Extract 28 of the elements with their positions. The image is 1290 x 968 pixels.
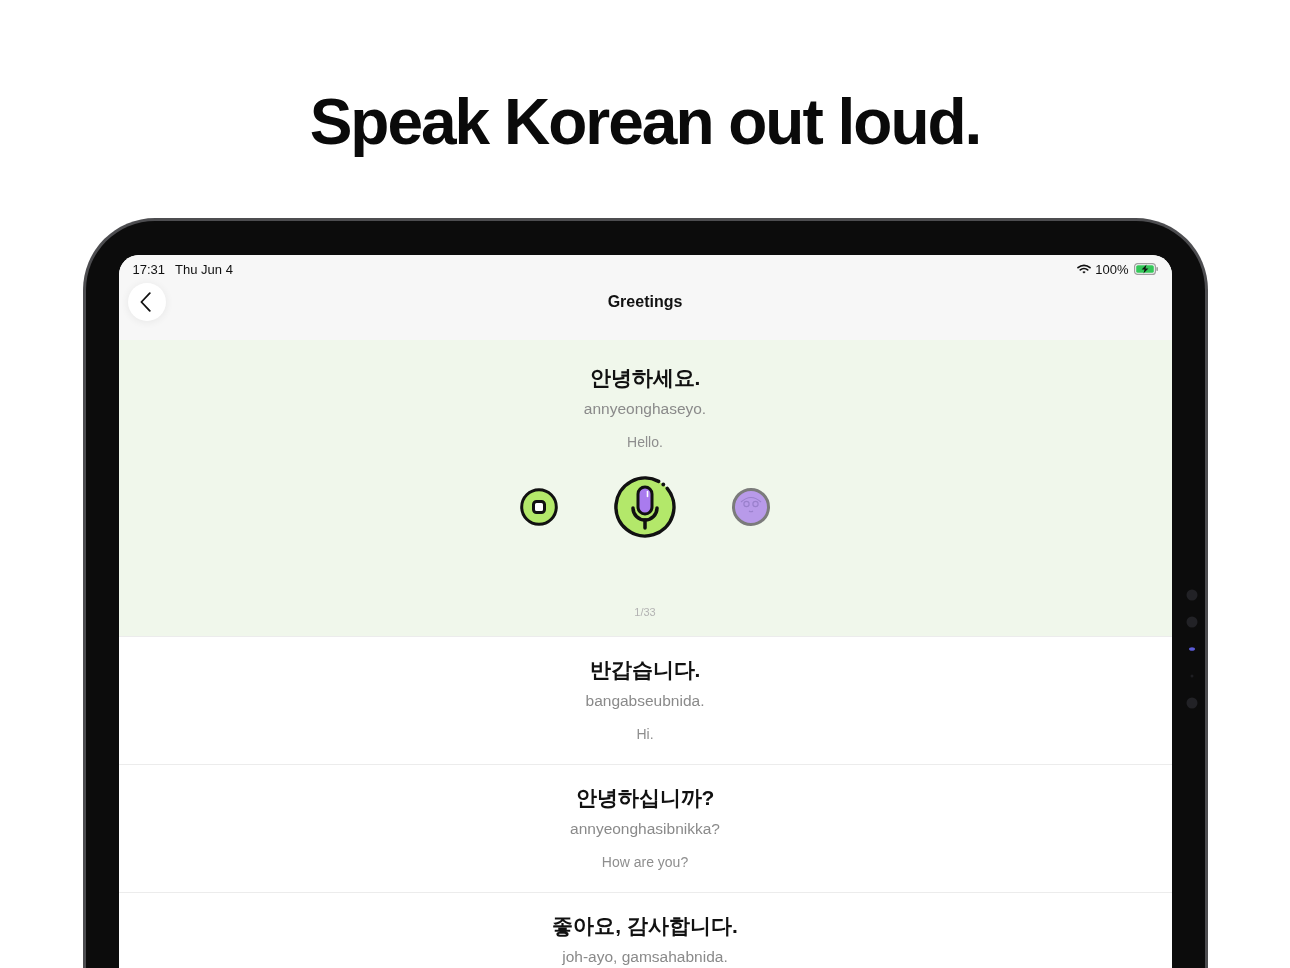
status-time: 17:31 xyxy=(132,261,166,277)
record-button[interactable] xyxy=(614,476,676,538)
screen-title: Greetings xyxy=(607,292,683,312)
chevron-left-icon xyxy=(140,292,151,312)
stop-icon xyxy=(520,488,558,526)
back-button[interactable] xyxy=(127,283,166,321)
romanization: joh-ayo, gamsahabnida. xyxy=(562,947,728,967)
wifi-icon xyxy=(1077,264,1092,274)
translation: Hello. xyxy=(627,433,663,451)
translation: How are you? xyxy=(601,853,689,871)
translation: Hi. xyxy=(636,725,654,743)
phrase-row[interactable]: 안녕하세요. annyeonghaseyo. Hello. 1/33 xyxy=(118,340,1172,637)
status-date: Thu Jun 4 xyxy=(175,261,233,277)
korean-phrase: 반갑습니다. xyxy=(589,657,701,683)
korean-phrase: 안녕하세요. xyxy=(589,365,701,391)
battery-percent: 100% xyxy=(1095,261,1129,277)
avatar-button[interactable] xyxy=(732,488,770,526)
microphone-icon xyxy=(614,476,676,538)
korean-phrase: 안녕하십니까? xyxy=(575,785,715,811)
romanization: annyeonghaseyo. xyxy=(583,399,707,419)
stop-button[interactable] xyxy=(520,488,558,526)
phrase-counter: 1/33 xyxy=(634,605,656,619)
camera-sensors-icon xyxy=(1185,589,1198,709)
romanization: annyeonghasibnikka? xyxy=(570,819,720,839)
battery-charging-icon xyxy=(1133,263,1158,275)
korean-phrase: 좋아요, 감사합니다. xyxy=(552,913,738,939)
romanization: bangabseubnida. xyxy=(585,691,705,711)
avatar-icon xyxy=(732,488,770,526)
